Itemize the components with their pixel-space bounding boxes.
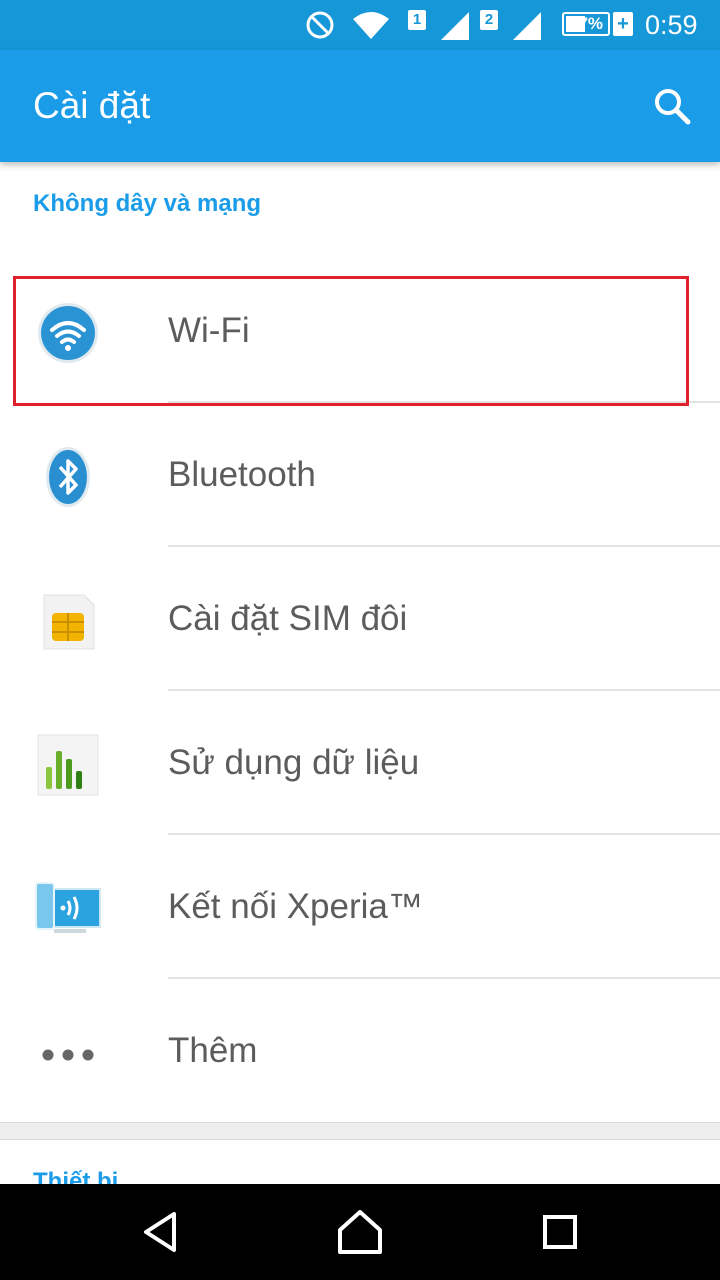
back-icon: [144, 1212, 176, 1252]
section-divider: [0, 1122, 720, 1140]
battery-percent: 47%: [568, 14, 604, 33]
app-bar: Cài đặt: [0, 50, 720, 162]
section-header-wireless: Không dây và mạng: [33, 190, 262, 217]
sim2-badge: 2: [480, 10, 498, 30]
back-button[interactable]: [128, 1200, 192, 1264]
cell-signal-icon: [438, 0, 472, 50]
settings-item-data-usage[interactable]: Sử dụng dữ liệu: [0, 691, 720, 835]
settings-item-more[interactable]: Thêm: [0, 979, 720, 1123]
status-bar: 1 2 47% + 0:59: [0, 0, 720, 50]
recents-button[interactable]: [528, 1200, 592, 1264]
recents-icon: [543, 1215, 577, 1249]
search-icon: [655, 89, 691, 125]
battery-icon: 47%: [562, 12, 610, 36]
wifi-highlight-box: [13, 276, 689, 406]
sim1-badge: 1: [408, 10, 426, 30]
settings-item-label: Sử dụng dữ liệu: [168, 743, 420, 782]
settings-item-label: Thêm: [168, 1031, 258, 1070]
wifi-signal-icon: [350, 0, 392, 50]
settings-item-xperia-connect[interactable]: Kết nối Xperia™: [0, 835, 720, 979]
do-not-disturb-icon: [304, 0, 336, 50]
bluetooth-icon: [34, 443, 102, 511]
settings-item-bluetooth[interactable]: Bluetooth: [0, 403, 720, 547]
xperia-connect-icon: [34, 875, 102, 943]
page-title: Cài đặt: [33, 85, 151, 126]
charging-icon: +: [613, 12, 633, 36]
search-button[interactable]: [646, 80, 698, 132]
cell-signal-icon: [510, 0, 544, 50]
home-button[interactable]: [328, 1200, 392, 1264]
clock: 0:59: [645, 10, 698, 40]
settings-item-dual-sim[interactable]: Cài đặt SIM đôi: [0, 547, 720, 691]
data-usage-icon: [34, 731, 102, 799]
more-dots-icon: [34, 1019, 102, 1087]
sim-card-icon: [34, 587, 102, 655]
settings-item-label: Bluetooth: [168, 455, 316, 494]
settings-item-label: Kết nối Xperia™: [168, 887, 423, 926]
settings-item-label: Cài đặt SIM đôi: [168, 599, 408, 638]
navigation-bar: [0, 1184, 720, 1280]
home-icon: [338, 1210, 382, 1254]
